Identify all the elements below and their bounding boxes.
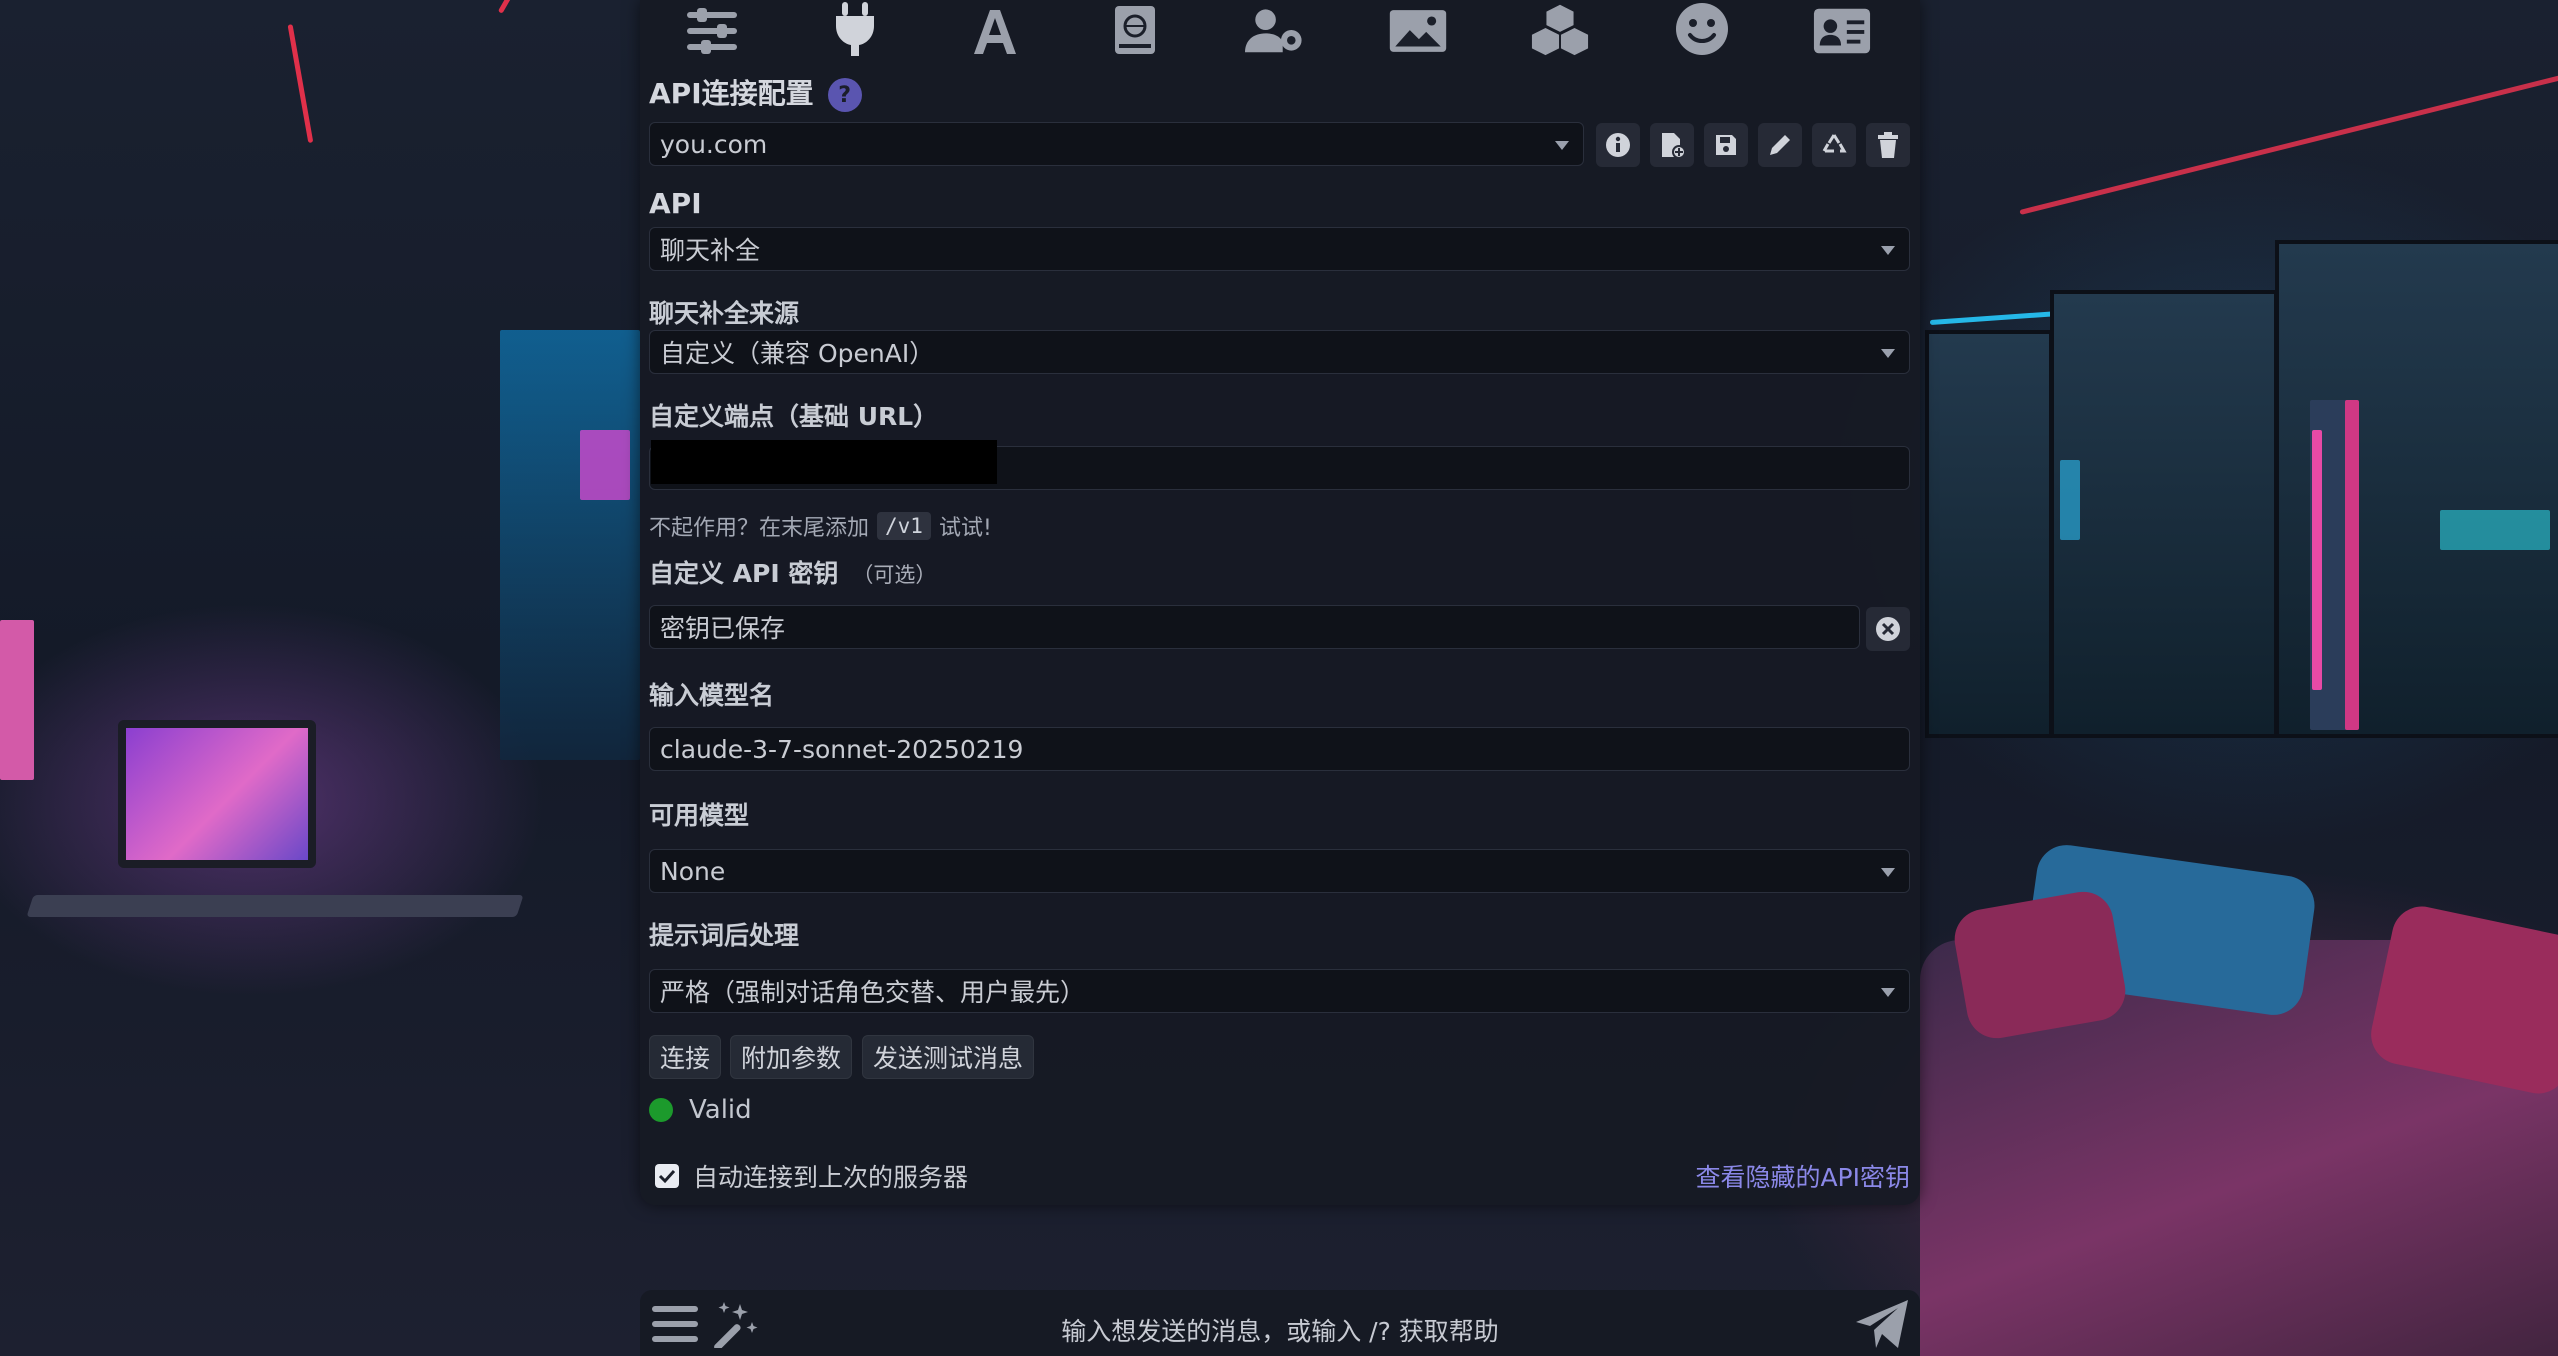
endpoint-hint-prefix: 不起作用？在末尾添加 <box>649 516 870 541</box>
smiley-icon[interactable] <box>1672 0 1732 56</box>
top-nav-bar <box>640 0 1920 56</box>
api-config-title: API连接配置? <box>649 72 862 112</box>
chevron-down-icon <box>1881 988 1895 997</box>
neon-light <box>2019 74 2558 215</box>
checkmark-icon <box>658 1169 676 1184</box>
save-button[interactable] <box>1704 123 1748 167</box>
image-icon[interactable] <box>1388 0 1448 56</box>
help-icon[interactable]: ? <box>827 78 862 112</box>
model-name-input[interactable]: claude-3-7-sonnet-20250219 <box>649 727 1910 771</box>
custom-api-key-label: 自定义 API 密钥 （可选） <box>649 554 936 590</box>
wall-poster <box>0 620 34 780</box>
reload-button[interactable] <box>1812 123 1856 167</box>
rename-button[interactable] <box>1758 123 1802 167</box>
model-name-value: claude-3-7-sonnet-20250219 <box>660 734 1024 764</box>
endpoint-hint-suffix: 试试! <box>938 516 992 541</box>
endpoint-hint: 不起作用？在末尾添加 /v1 试试! <box>649 510 992 542</box>
optional-tag: （可选） <box>852 563 937 587</box>
custom-endpoint-label: 自定义端点（基础 URL） <box>649 402 939 431</box>
connection-status: Valid <box>649 1095 752 1125</box>
book-globe-icon[interactable] <box>1105 0 1165 56</box>
chat-completion-source-value: 自定义（兼容 OpenAI） <box>660 339 935 368</box>
plug-icon[interactable] <box>825 0 885 56</box>
send-icon[interactable] <box>1854 1298 1910 1354</box>
city-building <box>580 430 630 500</box>
chevron-down-icon <box>1555 141 1569 150</box>
monitor-decor <box>118 720 316 868</box>
available-models-select[interactable]: None <box>649 849 1910 893</box>
redacted-block <box>651 440 997 484</box>
city-building <box>2345 400 2359 730</box>
delete-button[interactable] <box>1866 123 1910 167</box>
api-config-title-text: API连接配置 <box>649 77 814 110</box>
prompt-post-processing-value: 严格（强制对话角色交替、用户最先） <box>660 978 1086 1007</box>
message-input[interactable]: 输入想发送的消息，或输入 /? 获取帮助 <box>640 1312 1920 1348</box>
sliders-icon[interactable] <box>682 0 742 56</box>
clear-api-key-button[interactable] <box>1866 607 1910 651</box>
api-label: API <box>649 187 702 220</box>
chevron-down-icon <box>1881 349 1895 358</box>
api-connection-panel <box>640 0 1920 1205</box>
city-building <box>2060 460 2080 540</box>
connection-profile-select[interactable]: you.com <box>649 122 1584 166</box>
prompt-post-processing-label: 提示词后处理 <box>649 921 800 950</box>
save-icon <box>1716 135 1736 155</box>
model-name-label: 输入模型名 <box>649 681 775 710</box>
available-models-label: 可用模型 <box>649 801 750 830</box>
neon-light <box>497 0 583 14</box>
city-building <box>2312 430 2322 690</box>
id-card-icon[interactable] <box>1812 0 1872 56</box>
available-models-value: None <box>660 856 726 886</box>
status-dot <box>649 1098 673 1122</box>
status-text: Valid <box>689 1095 752 1125</box>
endpoint-hint-code: /v1 <box>877 512 931 540</box>
auto-connect-label: 自动连接到上次的服务器 <box>693 1163 969 1192</box>
info-icon <box>1606 133 1630 157</box>
connect-button[interactable]: 连接 <box>649 1035 722 1079</box>
prompt-post-processing-select[interactable]: 严格（强制对话角色交替、用户最先） <box>649 969 1910 1013</box>
info-button[interactable] <box>1596 123 1640 167</box>
api-select-value: 聊天补全 <box>660 236 761 265</box>
file-add-icon <box>1662 133 1686 159</box>
cubes-icon[interactable] <box>1530 0 1590 56</box>
pillow-decor <box>1949 887 2131 1043</box>
auto-connect-row: 自动连接到上次的服务器 <box>655 1158 968 1194</box>
chat-completion-source-label: 聊天补全来源 <box>649 299 800 328</box>
chevron-down-icon <box>1881 246 1895 255</box>
custom-api-key-value: 密钥已保存 <box>660 614 786 643</box>
city-building <box>500 330 640 760</box>
neon-light <box>287 24 314 144</box>
pencil-icon <box>1770 135 1790 155</box>
city-building <box>2440 510 2550 550</box>
recycle-icon <box>1822 134 1847 153</box>
custom-api-key-label-text: 自定义 API 密钥 <box>649 559 839 588</box>
trash-icon <box>1878 132 1898 158</box>
send-test-message-button[interactable]: 发送测试消息 <box>862 1035 1035 1079</box>
auto-connect-checkbox[interactable] <box>655 1164 679 1188</box>
connection-profile-value: you.com <box>660 129 768 159</box>
view-hidden-api-keys-link[interactable]: 查看隐藏的API密钥 <box>1695 1158 1910 1194</box>
custom-api-key-input[interactable]: 密钥已保存 <box>649 605 1860 649</box>
close-circle-icon <box>1876 617 1900 641</box>
api-select[interactable]: 聊天补全 <box>649 227 1910 271</box>
extra-params-button[interactable]: 附加参数 <box>730 1035 853 1079</box>
user-gear-icon[interactable] <box>1245 0 1305 56</box>
desk-decor <box>26 895 524 917</box>
window-pane <box>2050 290 2278 738</box>
font-icon[interactable] <box>965 0 1025 56</box>
chat-completion-source-select[interactable]: 自定义（兼容 OpenAI） <box>649 330 1910 374</box>
composer-bar: 输入想发送的消息，或输入 /? 获取帮助 <box>640 1290 1920 1356</box>
chevron-down-icon <box>1881 868 1895 877</box>
window-pane <box>1925 330 2053 738</box>
new-profile-button[interactable] <box>1650 123 1694 167</box>
